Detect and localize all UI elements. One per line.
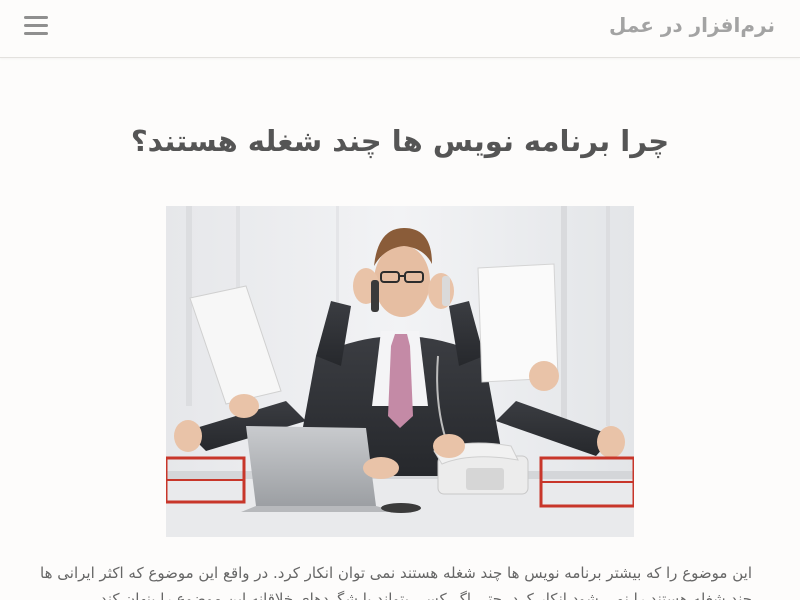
top-bar: نرم‌افزار در عمل	[0, 0, 800, 58]
post-excerpt: این موضوع را که بیشتر برنامه نویس ها چند…	[40, 564, 752, 600]
site-title-link[interactable]: نرم‌افزار در عمل	[609, 13, 775, 37]
multitasking-businessman-photo	[166, 206, 634, 537]
page: نرم‌افزار در عمل چرا برنامه نویس ها چند …	[0, 0, 800, 600]
hamburger-menu-icon[interactable]	[24, 16, 48, 38]
post-title[interactable]: چرا برنامه نویس ها چند شغله هستند؟	[0, 124, 800, 158]
post-hero-image	[166, 206, 634, 537]
